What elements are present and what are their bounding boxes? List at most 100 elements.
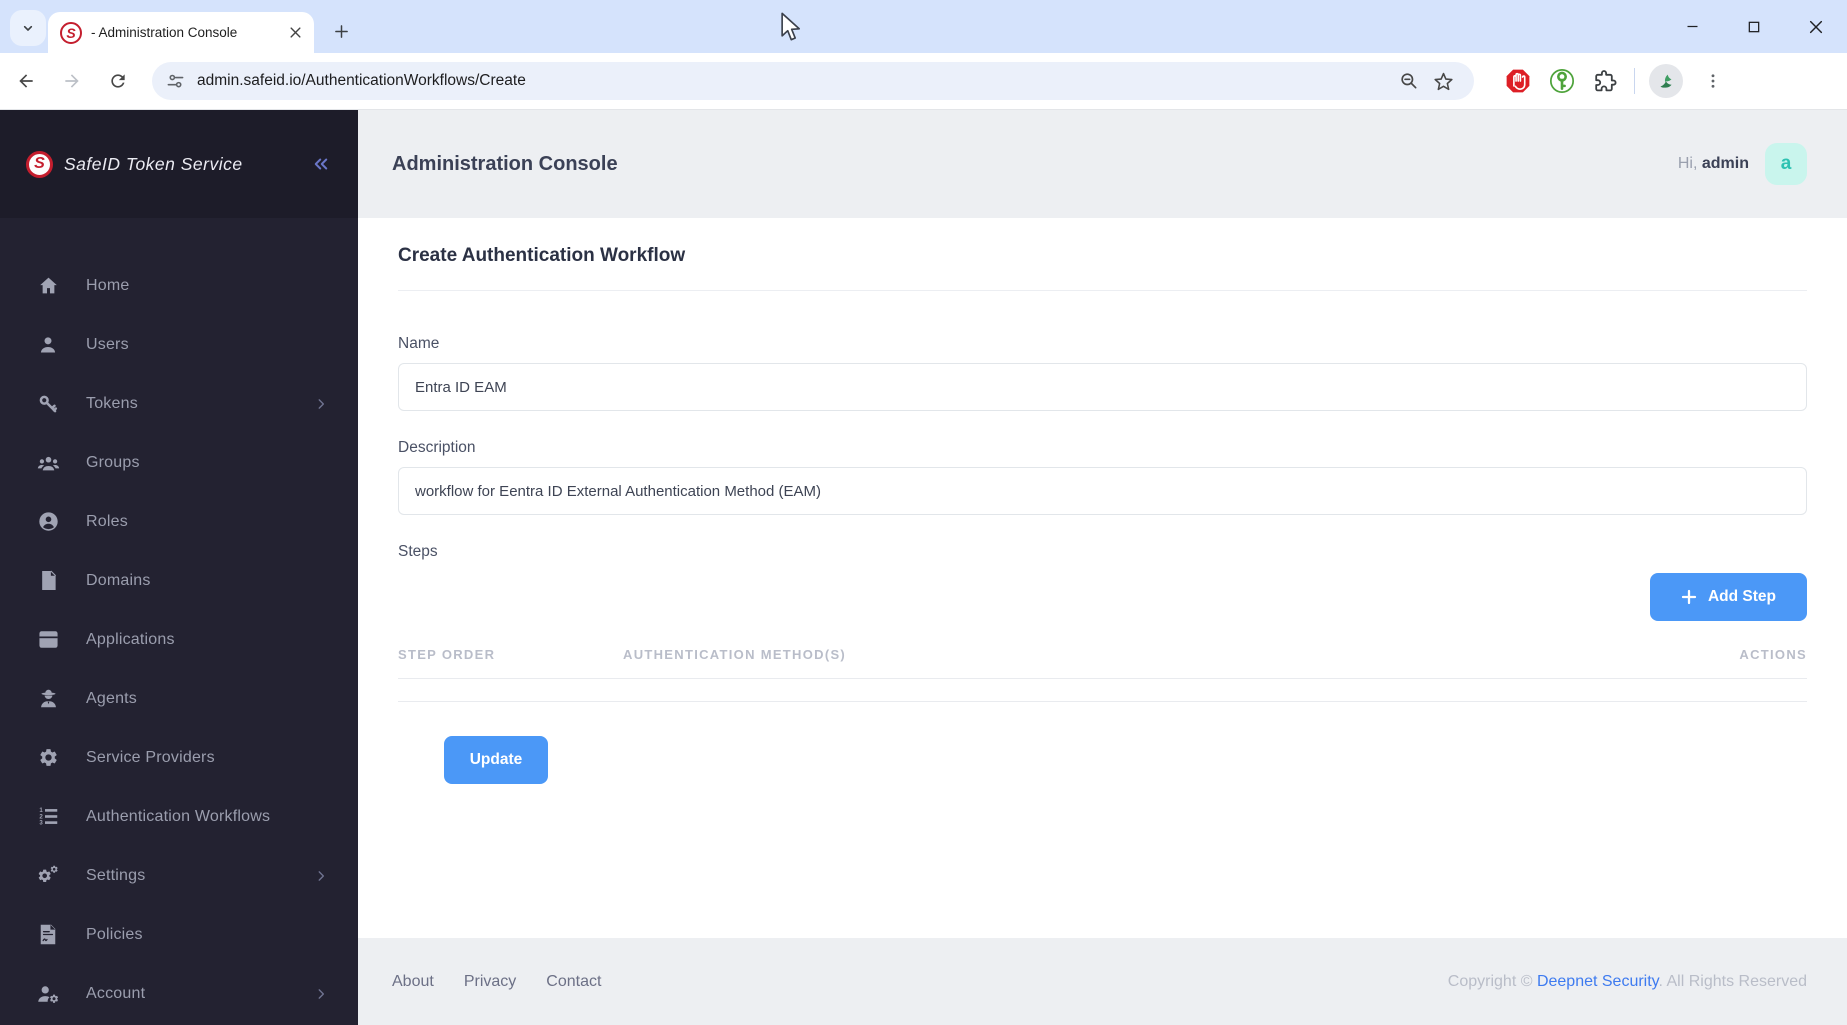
- profile-plant-icon: [1660, 74, 1672, 88]
- description-label: Description: [398, 439, 476, 456]
- policy-file-icon: [40, 924, 56, 945]
- username: admin: [1701, 155, 1749, 172]
- sidebar-item-policies[interactable]: Policies: [0, 905, 358, 964]
- maximize-button[interactable]: [1723, 0, 1785, 53]
- footer-links: About Privacy Contact: [392, 973, 1448, 991]
- new-tab-button[interactable]: [326, 16, 356, 46]
- column-authentication-methods: AUTHENTICATION METHOD(S): [623, 647, 847, 662]
- user-icon: [40, 336, 56, 352]
- description-input[interactable]: [398, 467, 1807, 515]
- user-avatar[interactable]: a: [1765, 143, 1807, 185]
- close-icon: [1809, 20, 1823, 33]
- agent-icon: [40, 689, 56, 708]
- home-icon: [39, 277, 57, 294]
- copyright-company-link[interactable]: Deepnet Security: [1537, 973, 1659, 990]
- sidebar-item-home[interactable]: Home: [0, 256, 358, 315]
- brand-name: SafeID Token Service: [64, 153, 243, 174]
- tab-close-button[interactable]: [284, 22, 306, 44]
- update-button[interactable]: Update: [444, 736, 548, 784]
- sidebar-item-domains[interactable]: Domains: [0, 551, 358, 610]
- ordered-list-icon: 123: [39, 807, 57, 826]
- minimize-button[interactable]: [1661, 0, 1723, 53]
- steps-label: Steps: [398, 543, 438, 560]
- sidebar-item-groups[interactable]: Groups: [0, 433, 358, 492]
- steps-table-header: STEP ORDER AUTHENTICATION METHOD(S) ACTI…: [398, 647, 1807, 679]
- copyright-text: Copyright © Deepnet Security. All Rights…: [1447, 972, 1807, 990]
- url-text[interactable]: admin.safeid.io/AuthenticationWorkflows/…: [197, 72, 1392, 90]
- chevron-right-icon: [318, 988, 325, 999]
- svg-text:3: 3: [39, 819, 43, 826]
- keepass-key-icon: [1549, 68, 1575, 94]
- extensions-menu-button[interactable]: [1584, 61, 1628, 101]
- sidebar-item-tokens[interactable]: Tokens: [0, 374, 358, 433]
- back-button[interactable]: [6, 61, 46, 101]
- toolbar-separator: [1634, 68, 1635, 94]
- sidebar-item-settings[interactable]: Settings: [0, 846, 358, 905]
- plus-icon: [1681, 589, 1697, 605]
- bookmark-button[interactable]: [1426, 64, 1460, 98]
- sidebar-header: S SafeID Token Service: [0, 110, 358, 218]
- safeid-logo: S: [26, 150, 53, 178]
- zoom-out-button[interactable]: [1392, 64, 1426, 98]
- window-controls: [1661, 0, 1847, 53]
- app-footer: About Privacy Contact Copyright © Deepne…: [358, 938, 1847, 1025]
- reload-icon: [111, 74, 125, 88]
- sidebar-nav: Home Users Tokens Groups Roles Domains A…: [0, 218, 358, 1023]
- sidebar-item-roles[interactable]: Roles: [0, 492, 358, 551]
- zoom-minus-icon: [1401, 73, 1417, 89]
- app-window: S SafeID Token Service Home Users Tokens: [0, 110, 1847, 1025]
- sidebar-item-authentication-workflows[interactable]: 123 Authentication Workflows: [0, 787, 358, 846]
- back-icon: [19, 74, 33, 88]
- reload-button[interactable]: [98, 61, 138, 101]
- forward-button[interactable]: [52, 61, 92, 101]
- window-icon: [38, 631, 58, 648]
- minimize-icon: [1687, 25, 1697, 28]
- footer-link-contact[interactable]: Contact: [546, 973, 601, 991]
- sidebar-collapse-icon[interactable]: [310, 155, 332, 173]
- forward-icon: [65, 74, 79, 88]
- site-settings-icon[interactable]: [166, 72, 185, 91]
- page-title: Create Authentication Workflow: [398, 218, 1807, 291]
- domain-file-icon: [41, 570, 56, 590]
- workflow-form: Name Description Steps Add Step STEP ORD…: [398, 335, 1807, 784]
- tab-search-button[interactable]: [10, 10, 46, 46]
- add-step-button[interactable]: Add Step: [1650, 573, 1807, 621]
- gear-icon: [39, 749, 57, 766]
- page-content: Create Authentication Workflow Name Desc…: [358, 218, 1847, 938]
- tab-title: - Administration Console: [91, 25, 238, 40]
- name-input[interactable]: [398, 363, 1807, 411]
- sidebar-item-account[interactable]: Account: [0, 964, 358, 1023]
- close-icon: [289, 27, 301, 38]
- adblock-extension-button[interactable]: [1496, 61, 1540, 101]
- close-window-button[interactable]: [1785, 0, 1847, 53]
- footer-link-about[interactable]: About: [392, 973, 434, 991]
- sidebar-item-agents[interactable]: Agents: [0, 669, 358, 728]
- main-area: Administration Console Hi, admin a Creat…: [358, 110, 1847, 1025]
- steps-table: STEP ORDER AUTHENTICATION METHOD(S) ACTI…: [398, 647, 1807, 702]
- sidebar-item-service-providers[interactable]: Service Providers: [0, 728, 358, 787]
- browser-profile-button[interactable]: [1649, 64, 1683, 98]
- password-manager-extension-button[interactable]: [1540, 61, 1584, 101]
- puzzle-icon: [1595, 70, 1617, 92]
- star-icon: [1433, 72, 1453, 90]
- users-icon: [37, 456, 59, 470]
- sidebar-item-applications[interactable]: Applications: [0, 610, 358, 669]
- sidebar-item-users[interactable]: Users: [0, 315, 358, 374]
- column-actions: ACTIONS: [1739, 647, 1807, 662]
- column-step-order: STEP ORDER: [398, 647, 496, 662]
- app-title: Administration Console: [392, 152, 618, 175]
- mouse-cursor: [781, 12, 801, 41]
- chevron-right-icon: [318, 398, 325, 409]
- browser-tab[interactable]: S - Administration Console: [48, 12, 314, 53]
- chevron-right-icon: [318, 870, 325, 881]
- key-icon: [39, 395, 58, 412]
- stop-hand-icon: [1506, 69, 1530, 93]
- browser-menu-button[interactable]: [1691, 61, 1735, 101]
- maximize-icon: [1748, 21, 1760, 32]
- app-header: Administration Console Hi, admin a: [358, 110, 1847, 218]
- user-gear-icon: [37, 985, 58, 1003]
- chevron-down-icon: [23, 25, 33, 31]
- user-greeting: Hi, admin: [1677, 155, 1749, 172]
- address-bar[interactable]: admin.safeid.io/AuthenticationWorkflows/…: [152, 62, 1474, 100]
- footer-link-privacy[interactable]: Privacy: [464, 973, 516, 991]
